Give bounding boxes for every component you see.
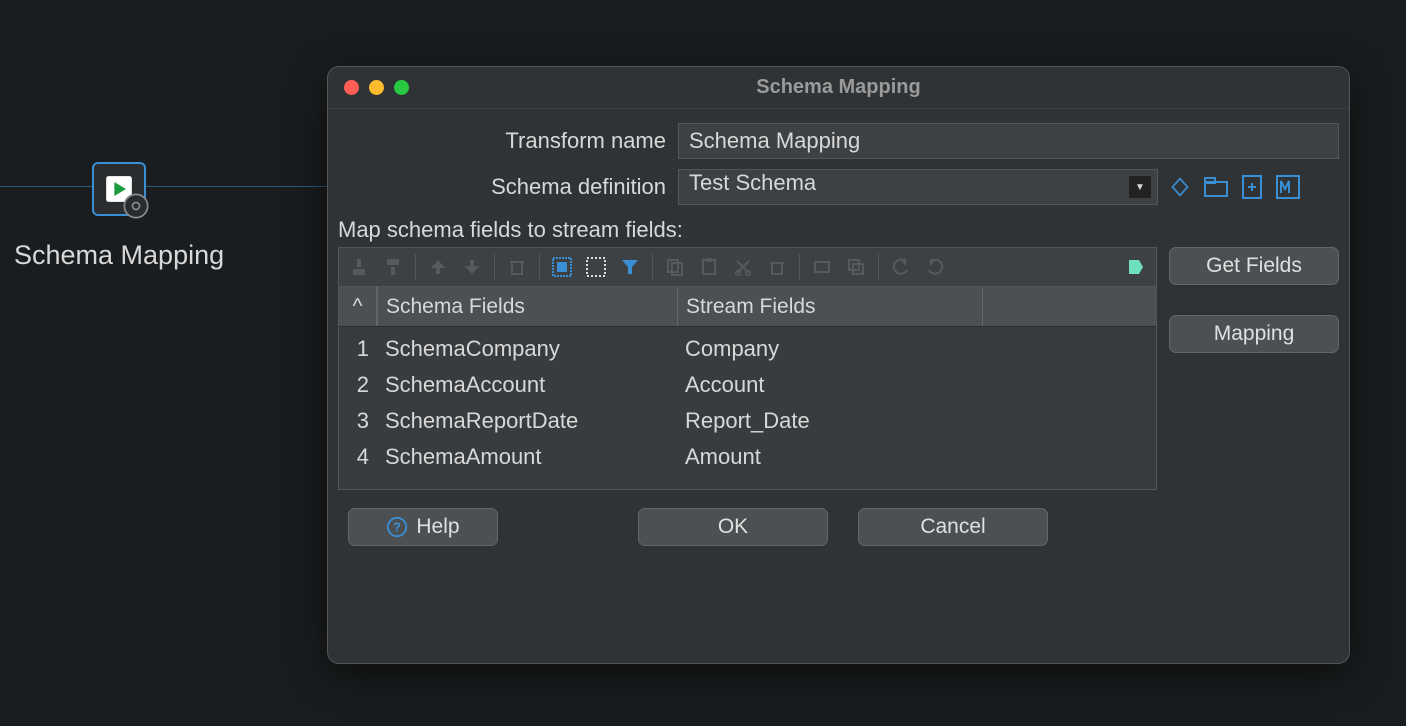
- help-icon: ?: [386, 516, 408, 538]
- row-header-index[interactable]: ^: [339, 287, 377, 326]
- variable-icon[interactable]: [1164, 171, 1196, 203]
- dialog-title: Schema Mapping: [328, 76, 1349, 99]
- new-file-icon[interactable]: [1236, 171, 1268, 203]
- gear-icon: [122, 192, 150, 220]
- row-index: 1: [339, 336, 377, 362]
- window-minimize-button[interactable]: [369, 80, 384, 95]
- ok-button[interactable]: OK: [638, 508, 828, 546]
- column-header-stream-fields[interactable]: Stream Fields: [677, 287, 982, 326]
- metadata-icon[interactable]: [1272, 171, 1304, 203]
- stream-field-cell[interactable]: Account: [677, 372, 1156, 398]
- mapping-button[interactable]: Mapping: [1169, 315, 1339, 353]
- schema-field-cell[interactable]: SchemaReportDate: [377, 408, 677, 434]
- schema-mapping-dialog: Schema Mapping Transform name Schema def…: [327, 66, 1350, 664]
- table-toolbar: [338, 247, 1157, 287]
- tag-icon[interactable]: [1120, 251, 1152, 283]
- help-button[interactable]: ? Help: [348, 508, 498, 546]
- schema-field-cell[interactable]: SchemaAccount: [377, 372, 677, 398]
- titlebar: Schema Mapping: [328, 67, 1349, 109]
- schema-field-cell[interactable]: SchemaCompany: [377, 336, 677, 362]
- select-all-icon[interactable]: [546, 251, 578, 283]
- schema-definition-select[interactable]: Test Schema ▼: [678, 169, 1158, 205]
- insert-before-icon[interactable]: [343, 251, 375, 283]
- delete-icon[interactable]: [501, 251, 533, 283]
- chevron-down-icon: ▼: [1129, 176, 1151, 198]
- get-fields-button[interactable]: Get Fields: [1169, 247, 1339, 285]
- canvas-connector-line: [0, 186, 330, 187]
- row-index: 3: [339, 408, 377, 434]
- copy-icon[interactable]: [659, 251, 691, 283]
- cancel-button[interactable]: Cancel: [858, 508, 1048, 546]
- schema-definition-value: Test Schema: [689, 170, 816, 195]
- filter-icon[interactable]: [614, 251, 646, 283]
- redo-icon[interactable]: [919, 251, 951, 283]
- cut-icon[interactable]: [727, 251, 759, 283]
- table-row[interactable]: 2SchemaAccountAccount: [339, 367, 1156, 403]
- deselect-icon[interactable]: [580, 251, 612, 283]
- window-close-button[interactable]: [344, 80, 359, 95]
- column-header-schema-fields[interactable]: Schema Fields: [377, 287, 677, 326]
- move-up-icon[interactable]: [422, 251, 454, 283]
- stream-field-cell[interactable]: Report_Date: [677, 408, 1156, 434]
- row-index: 4: [339, 444, 377, 470]
- table-row[interactable]: 4SchemaAmountAmount: [339, 439, 1156, 475]
- table-row[interactable]: 1SchemaCompanyCompany: [339, 331, 1156, 367]
- schema-mapping-node[interactable]: [92, 162, 146, 216]
- schema-definition-label: Schema definition: [338, 174, 678, 200]
- node-label: Schema Mapping: [14, 240, 224, 271]
- mapping-table: ^ Schema Fields Stream Fields 1SchemaCom…: [338, 287, 1157, 490]
- stream-field-cell[interactable]: Company: [677, 336, 1156, 362]
- stream-field-cell[interactable]: Amount: [677, 444, 1156, 470]
- table-row[interactable]: 3SchemaReportDateReport_Date: [339, 403, 1156, 439]
- insert-after-icon[interactable]: [377, 251, 409, 283]
- copy-rows-icon[interactable]: [806, 251, 838, 283]
- svg-text:?: ?: [393, 520, 401, 535]
- folder-icon[interactable]: [1200, 171, 1232, 203]
- map-fields-label: Map schema fields to stream fields:: [338, 217, 1339, 243]
- move-down-icon[interactable]: [456, 251, 488, 283]
- window-maximize-button[interactable]: [394, 80, 409, 95]
- paste-icon[interactable]: [693, 251, 725, 283]
- duplicate-icon[interactable]: [840, 251, 872, 283]
- trash-icon[interactable]: [761, 251, 793, 283]
- undo-icon[interactable]: [885, 251, 917, 283]
- transform-name-input[interactable]: [678, 123, 1339, 159]
- row-index: 2: [339, 372, 377, 398]
- schema-field-cell[interactable]: SchemaAmount: [377, 444, 677, 470]
- transform-name-label: Transform name: [338, 128, 678, 154]
